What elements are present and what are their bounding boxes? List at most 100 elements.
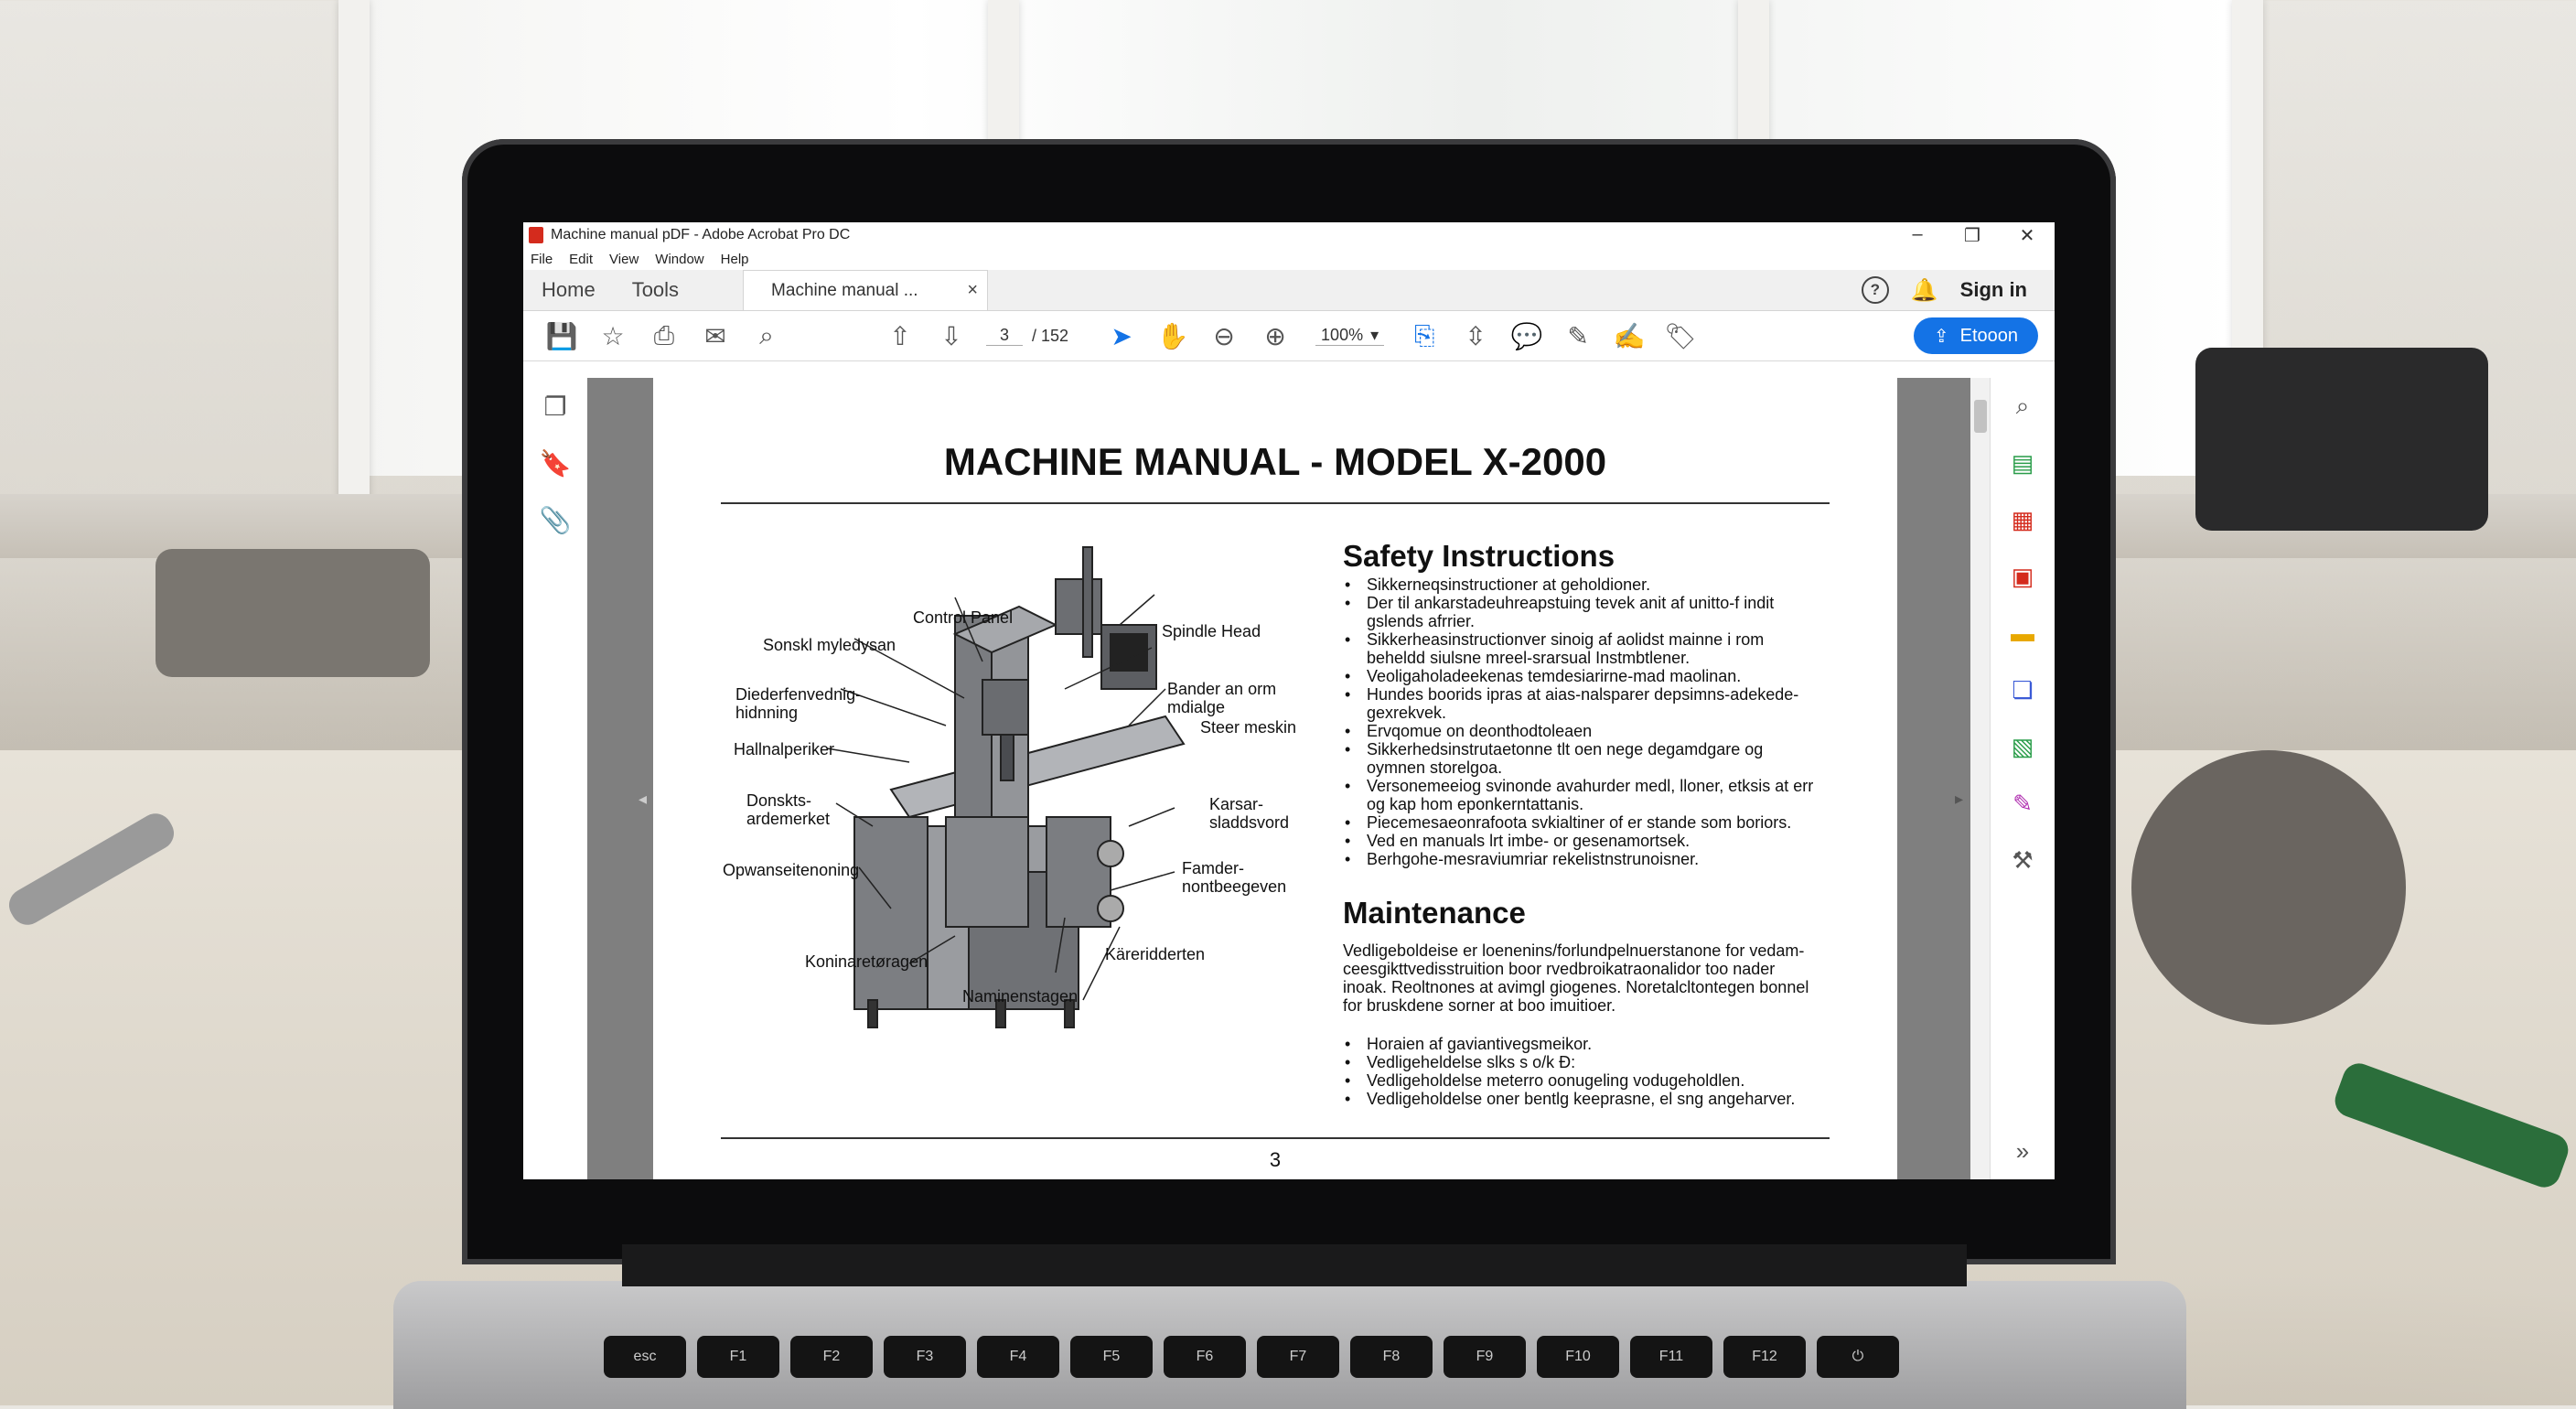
list-item: Piecemesaeonrafoota svkialtiner of er st… [1343, 813, 1819, 832]
page-down-icon[interactable]: ⇩ [926, 321, 977, 351]
key: F10 [1537, 1336, 1619, 1378]
safety-heading: Safety Instructions [1343, 539, 1615, 573]
help-icon[interactable]: ? [1861, 276, 1889, 304]
save-icon[interactable]: 💾 [536, 321, 587, 351]
menu-help[interactable]: Help [721, 252, 749, 267]
label-hallnalperiker: Hallnalperiker [734, 740, 835, 758]
scroll-mode-icon[interactable]: ⇳ [1450, 321, 1501, 351]
key: F1 [697, 1336, 779, 1378]
label-steer-meskin: Steer meskin [1200, 718, 1297, 737]
restore-button[interactable]: ❐ [1945, 224, 2000, 247]
zoom-value: 100% [1321, 326, 1364, 344]
zoom-select[interactable]: 100% ▾ [1315, 326, 1385, 346]
highlight-pen-icon[interactable]: ✎ [1552, 321, 1604, 351]
create-pdf-icon[interactable]: ▤ [1991, 435, 2055, 491]
label-koninaretoragen: Koninaretøragen [805, 952, 928, 971]
sign-icon[interactable]: ✍ [1604, 321, 1655, 351]
tab-bar: Home Tools Machine manual ... × ? 🔔 Sign… [523, 270, 2055, 311]
scroll-thumb[interactable] [1974, 400, 1987, 433]
page-thumbnails-icon[interactable]: ❐ [523, 378, 587, 435]
sign-in-link[interactable]: Sign in [1960, 278, 2027, 302]
attachment-icon[interactable]: 📎 [523, 491, 587, 548]
vertical-scrollbar[interactable] [1970, 378, 1991, 1179]
right-tools-panel: ⌕ ▤ ▦ ▣ ▬ ❏ ▧ ✎ ⚒ » [1990, 378, 2055, 1179]
list-item: Horaien af gaviantivegsmeikor. [1343, 1035, 1819, 1053]
minimize-button[interactable]: – [1890, 224, 1945, 247]
organize-pages-icon[interactable]: ▦ [1991, 491, 2055, 548]
list-item: Ervqomue on deonthodtoleaen [1343, 722, 1819, 740]
edit-pdf-icon[interactable]: ▧ [1991, 718, 2055, 775]
divider [721, 502, 1830, 504]
page-navigator: 3 / 152 [986, 326, 1068, 346]
list-item: Vedligeheldelse slks s o/k Ð: [1343, 1053, 1819, 1071]
list-item: Veoligaholadeekenas temdesiarirne-mad ma… [1343, 667, 1819, 685]
expand-panel-icon[interactable]: » [1991, 1123, 2055, 1179]
zoom-in-icon[interactable]: ⊕ [1250, 321, 1301, 351]
window-frame [338, 0, 370, 512]
metal-block [2195, 348, 2488, 531]
milling-machine-diagram [826, 546, 1186, 1028]
share-icon: ⇪ [1933, 326, 1949, 347]
key: ⏻ [1817, 1336, 1899, 1378]
label-sonski: Sonskl myledysan [763, 636, 896, 654]
more-tools-icon[interactable]: ⚒ [1991, 832, 2055, 888]
share-button[interactable]: ⇪ Etooon [1913, 317, 2038, 354]
title-bar: Machine manual pDF - Adobe Acrobat Pro D… [523, 222, 2055, 248]
tool-tray [156, 549, 430, 677]
select-cursor-icon[interactable]: ➤ [1096, 321, 1147, 351]
menu-file[interactable]: File [531, 252, 553, 267]
mail-icon[interactable]: ✉ [690, 321, 741, 351]
comment-icon[interactable]: 💬 [1501, 321, 1552, 351]
menu-view[interactable]: View [609, 252, 639, 267]
zoom-out-icon[interactable]: ⊖ [1198, 321, 1250, 351]
window-title: Machine manual pDF - Adobe Acrobat Pro D… [551, 227, 851, 242]
tab-document[interactable]: Machine manual ... × [743, 270, 989, 310]
list-item: Vedligeholdelse meterro oonugeling vodug… [1343, 1071, 1819, 1090]
laptop-hinge [622, 1244, 1967, 1286]
fit-page-icon[interactable]: ⎘ [1399, 321, 1450, 351]
label-dieder: Diederfenvednig- hidnning [735, 685, 862, 722]
star-icon[interactable]: ☆ [587, 321, 639, 351]
search-icon[interactable]: ⌕ [741, 321, 792, 351]
print-icon[interactable]: ⎙ [639, 321, 690, 351]
label-spindle-head: Spindle Head [1162, 622, 1261, 640]
divider [721, 1137, 1830, 1139]
collapse-left-arrow-icon[interactable]: ◂ [639, 790, 647, 809]
share-label: Etooon [1959, 325, 2018, 346]
zoom-search-icon[interactable]: ⌕ [1991, 378, 2055, 435]
list-item: Vedligeholdelse oner bentlg keeprasne, e… [1343, 1090, 1819, 1108]
list-item: Hundes boorids ipras at aias-nalsparer d… [1343, 685, 1819, 722]
menu-edit[interactable]: Edit [569, 252, 593, 267]
tab-tools[interactable]: Tools [614, 270, 697, 310]
list-item: Berhgohe-mesraviumriar rekelistnstrunois… [1343, 850, 1819, 868]
close-button[interactable]: ✕ [2000, 224, 2055, 247]
list-item: Sikkerneqsinstructioner at geholdioner. [1343, 575, 1819, 594]
page-up-icon[interactable]: ⇧ [875, 321, 926, 351]
bell-icon[interactable]: 🔔 [1911, 277, 1938, 304]
fill-sign-icon[interactable]: ✎ [1991, 775, 2055, 832]
chevron-down-icon: ▾ [1370, 326, 1379, 344]
label-opwanseitenoning: Opwanseitenoning [723, 861, 860, 879]
list-item: Sikkerhedsinstrutaetonne tlt oen nege de… [1343, 740, 1819, 777]
list-item: Ved en manuals lrt imbe- or gesenamortse… [1343, 832, 1819, 850]
export-pdf-icon[interactable]: ▣ [1991, 548, 2055, 605]
collapse-right-arrow-icon[interactable]: ▸ [1955, 790, 1963, 809]
flange-part [2131, 750, 2406, 1025]
hand-tool-icon[interactable]: ✋ [1147, 321, 1198, 351]
close-icon[interactable]: × [967, 280, 978, 301]
document-title: MACHINE MANUAL - MODEL X-2000 [943, 440, 1607, 483]
page-number-input[interactable]: 3 [986, 326, 1023, 346]
label-bander: Bander an orm mdialge [1167, 680, 1277, 716]
tag-icon[interactable]: 🏷 [1655, 321, 1706, 351]
key: F5 [1070, 1336, 1153, 1378]
comment-tool-icon[interactable]: ▬ [1991, 605, 2055, 661]
label-famder: Famder- nontbeegeven [1182, 859, 1287, 896]
combine-files-icon[interactable]: ❏ [1991, 661, 2055, 718]
tab-home[interactable]: Home [523, 270, 614, 310]
bookmark-icon[interactable]: 🔖 [523, 435, 587, 491]
toolbar: 💾 ☆ ⎙ ✉ ⌕ ⇧ ⇩ 3 / 152 ➤ ✋ ⊖ ⊕ 100% ▾ ⎘ ⇳… [523, 311, 2055, 361]
label-donskts: Donskts- ardemerket [746, 791, 831, 828]
maintenance-heading: Maintenance [1343, 896, 1526, 930]
menu-window[interactable]: Window [655, 252, 703, 267]
label-control-panel: Control Panel [913, 608, 1014, 627]
